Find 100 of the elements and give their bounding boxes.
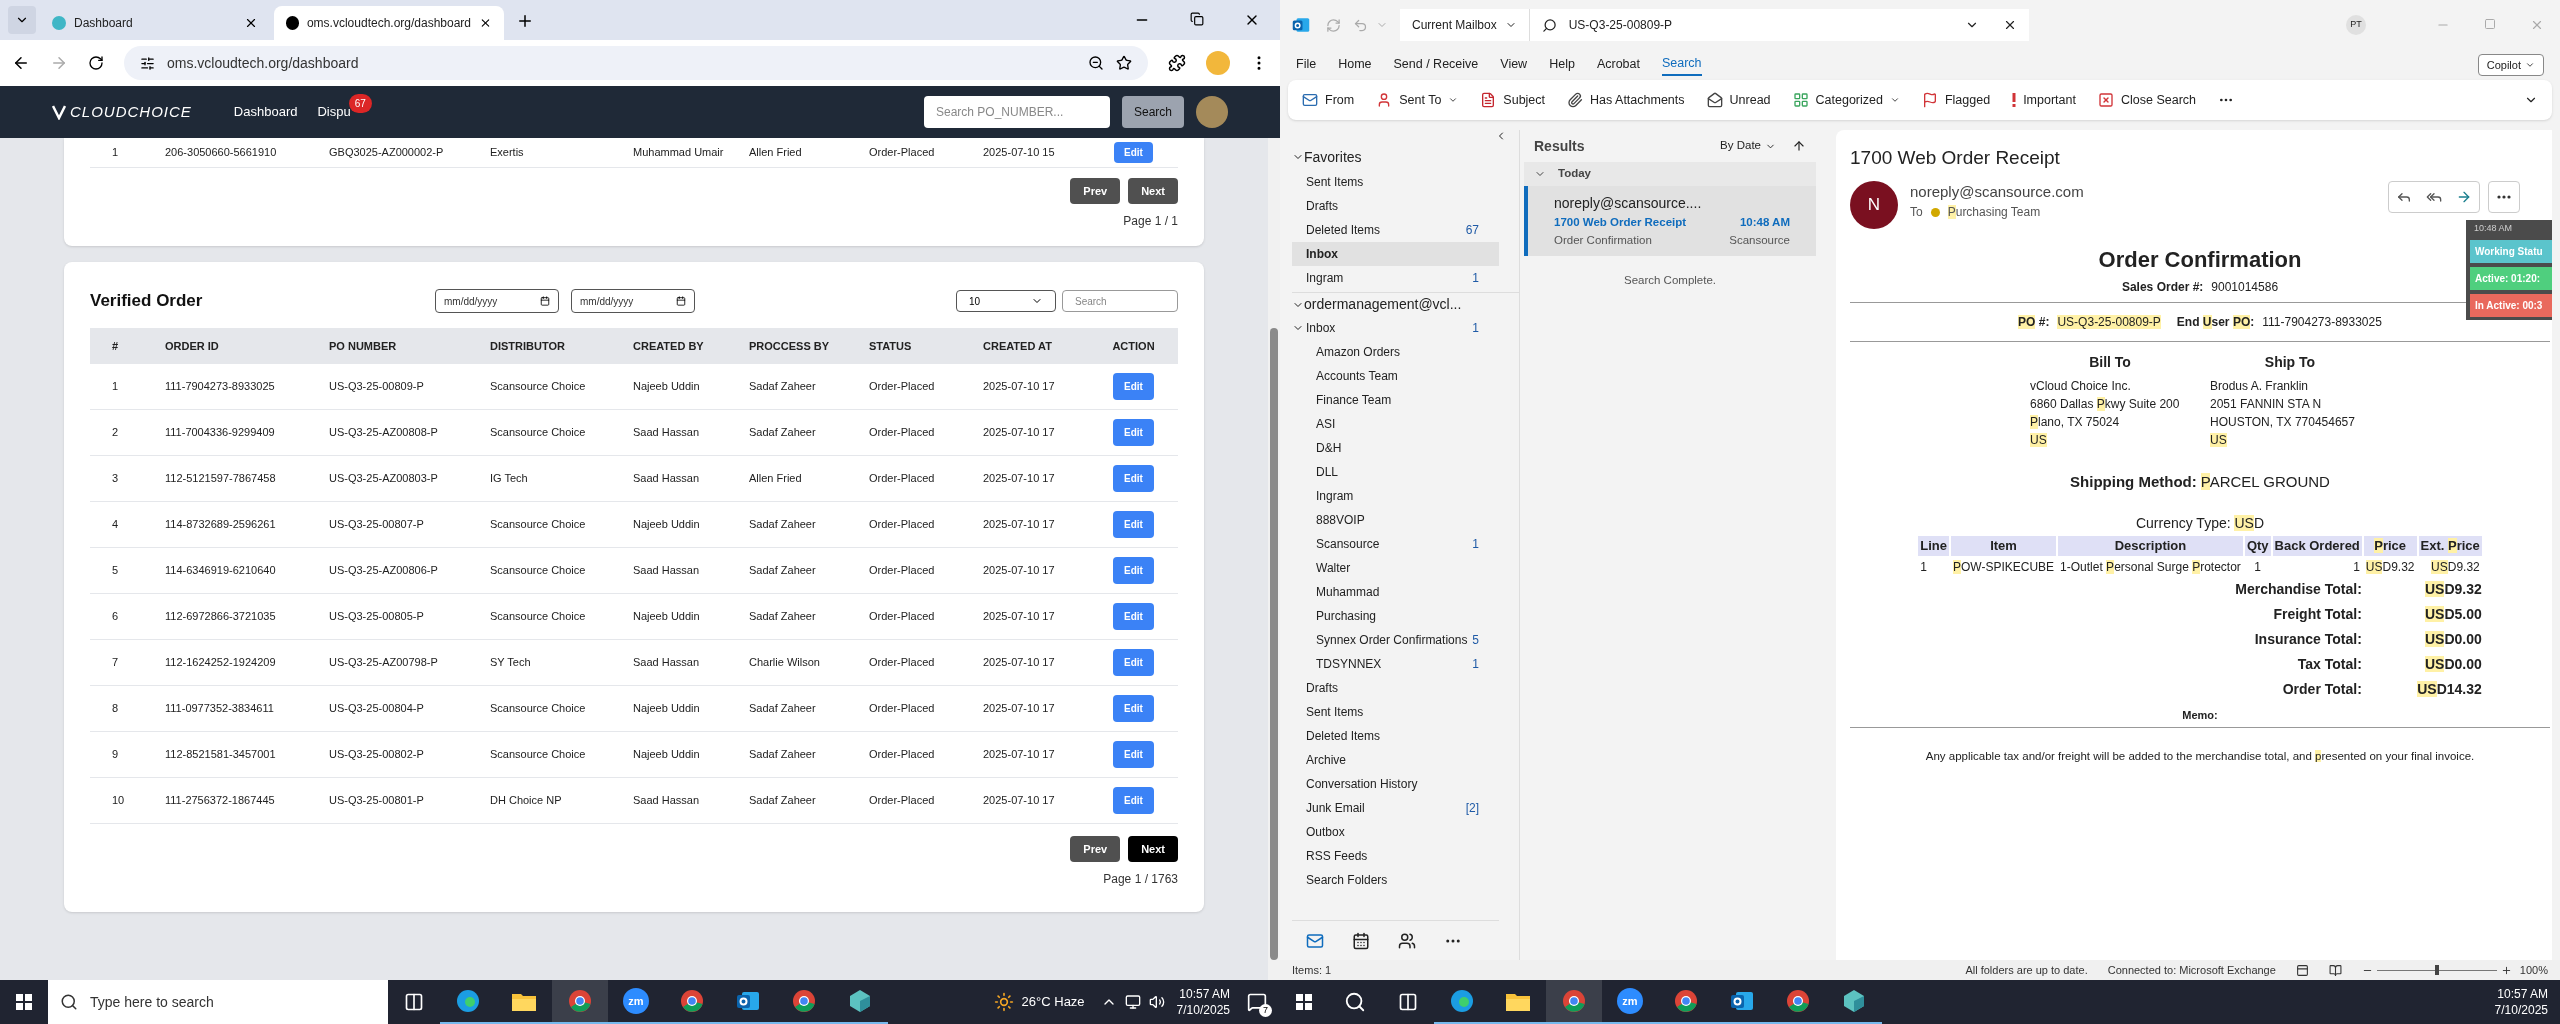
edit-button[interactable]: Edit [1113,787,1154,814]
nav-link[interactable]: Dispu [317,102,351,122]
copilot-button[interactable]: Copilot [2477,54,2544,76]
folder-group-header[interactable]: ordermanagement@vcl... [1292,292,1519,316]
folder-item[interactable]: Junk Email [2] [1292,796,1519,820]
user-avatar[interactable]: PT [2346,15,2366,35]
windows-start-icon[interactable] [16,994,32,1010]
message-item[interactable]: noreply@scansource.... 1700 Web Order Receipt 10:48 AM Order Confirmation Scansource [1524,186,1816,256]
ribbon-button[interactable]: Important [2012,90,2076,110]
edit-button[interactable]: Edit [1114,142,1153,163]
network-icon[interactable] [1124,994,1141,1010]
folder-item[interactable]: Outbox [1292,820,1519,844]
edit-button[interactable]: Edit [1113,557,1154,584]
ribbon-button[interactable]: From [1302,90,1355,110]
ribbon-button[interactable]: Categorized [1792,90,1900,110]
edit-button[interactable]: Edit [1113,373,1154,400]
normal-view-icon[interactable] [2295,963,2309,977]
folder-item[interactable]: Inbox 1 [1292,316,1519,340]
menu-tab[interactable]: File [1296,54,1317,76]
folder-item[interactable]: Synnex Order Confirmations 5 [1292,628,1519,652]
taskbar-app-button[interactable] [552,980,608,1024]
folder-item[interactable]: Sent Items [1292,170,1499,194]
group-header[interactable]: Today [1524,162,1816,186]
folder-item[interactable]: Scansource 1 [1292,532,1519,556]
edit-button[interactable]: Edit [1113,465,1154,492]
search-scope-dropdown[interactable]: Current Mailbox [1400,9,1529,41]
close-icon[interactable] [479,16,492,30]
folder-group-header[interactable]: Favorites [1292,144,1519,170]
ribbon-button[interactable]: Subject [1480,90,1546,110]
reading-view-icon[interactable] [2328,963,2342,977]
folder-item[interactable]: Drafts [1292,676,1519,700]
folder-item[interactable]: TDSYNNEX 1 [1292,652,1519,676]
folder-item[interactable]: Inbox [1292,242,1499,266]
browser-tab[interactable]: oms.vcloudtech.org/dashboard [274,6,504,40]
zoom-slider[interactable] [2376,965,2497,975]
search-field[interactable]: Type here to search [48,980,388,1024]
ribbon-button[interactable]: Close Search [2097,90,2196,110]
volume-icon[interactable] [1148,994,1165,1010]
folder-item[interactable]: Drafts [1292,194,1499,218]
folder-item[interactable]: Ingram 1 [1292,266,1499,290]
folder-item[interactable]: Walter [1292,556,1519,580]
ribbon-button[interactable]: Flagged [1921,90,1991,110]
taskbar-app-button[interactable] [1546,980,1602,1024]
folder-item[interactable]: Muhammad [1292,580,1519,604]
restore-icon[interactable] [1190,12,1204,26]
menu-tab[interactable]: Send / Receive [1393,54,1479,76]
extensions-icon[interactable] [1168,54,1186,72]
folder-item[interactable]: Accounts Team [1292,364,1519,388]
zoom-icon[interactable] [1088,55,1104,71]
folder-item[interactable]: Ingram [1292,484,1519,508]
calendar-icon[interactable] [1352,931,1370,950]
people-icon[interactable] [1398,931,1416,950]
search-icon[interactable] [1344,991,1366,1013]
folder-item[interactable]: RSS Feeds [1292,844,1519,868]
folder-item[interactable]: Finance Team [1292,388,1519,412]
sort-direction-icon[interactable] [1792,139,1806,153]
menu-tab[interactable]: Acrobat [1596,54,1640,76]
close-icon[interactable] [244,16,258,30]
edit-button[interactable]: Edit [1113,741,1154,768]
edit-button[interactable]: Edit [1113,649,1154,676]
back-icon[interactable] [12,54,30,72]
menu-tab[interactable]: Search [1661,53,1702,77]
folder-item[interactable]: Purchasing [1292,604,1519,628]
sort-dropdown[interactable]: By Date [1720,137,1776,155]
edit-button[interactable]: Edit [1113,511,1154,538]
folder-item[interactable]: Conversation History [1292,772,1519,796]
windows-start-icon[interactable] [1296,994,1312,1010]
task-view-icon[interactable] [1398,992,1418,1012]
ribbon-button[interactable]: Sent To [1376,90,1459,110]
menu-tab[interactable]: Help [1549,54,1575,76]
nav-link[interactable]: Dashboard [233,102,298,122]
folder-item[interactable]: Deleted Items 67 [1292,218,1499,242]
ribbon-button[interactable]: Has Attachments [1567,90,1685,110]
date-field[interactable]: mm/dd/yyyy [571,289,695,313]
menu-tab[interactable]: View [1500,54,1528,76]
folder-item[interactable]: D&H [1292,436,1519,460]
page-size-select[interactable]: 10 [956,290,1056,312]
edit-button[interactable]: Edit [1113,603,1154,630]
search-field[interactable]: Search PO_NUMBER... [923,96,1110,128]
new-tab-icon[interactable] [516,12,534,30]
folder-item[interactable]: Deleted Items [1292,724,1519,748]
slider-thumb[interactable] [2434,965,2439,975]
address-bar[interactable]: oms.vcloudtech.org/dashboard [124,46,1148,80]
notification-button[interactable]: 7 [1242,987,1272,1017]
bookmark-star-icon[interactable] [1116,55,1132,71]
reload-icon[interactable] [88,55,104,71]
folder-item[interactable]: Amazon Orders [1292,340,1519,364]
date-field[interactable]: mm/dd/yyyy [435,289,559,313]
task-view-icon[interactable] [404,992,424,1012]
edit-button[interactable]: Edit [1113,695,1154,722]
search-button[interactable]: Search [1121,96,1184,128]
folder-item[interactable]: 888VOIP [1292,508,1519,532]
next-button[interactable]: Next [1128,836,1178,862]
menu-tab[interactable]: Home [1338,54,1372,76]
mail-icon[interactable] [1306,931,1324,950]
folder-item[interactable]: Archive [1292,748,1519,772]
search-field[interactable]: US-Q3-25-00809-P [1528,9,2029,41]
folder-item[interactable]: DLL [1292,460,1519,484]
search-field[interactable]: Search [1062,290,1178,312]
ribbon-button[interactable]: Unread [1706,90,1771,110]
